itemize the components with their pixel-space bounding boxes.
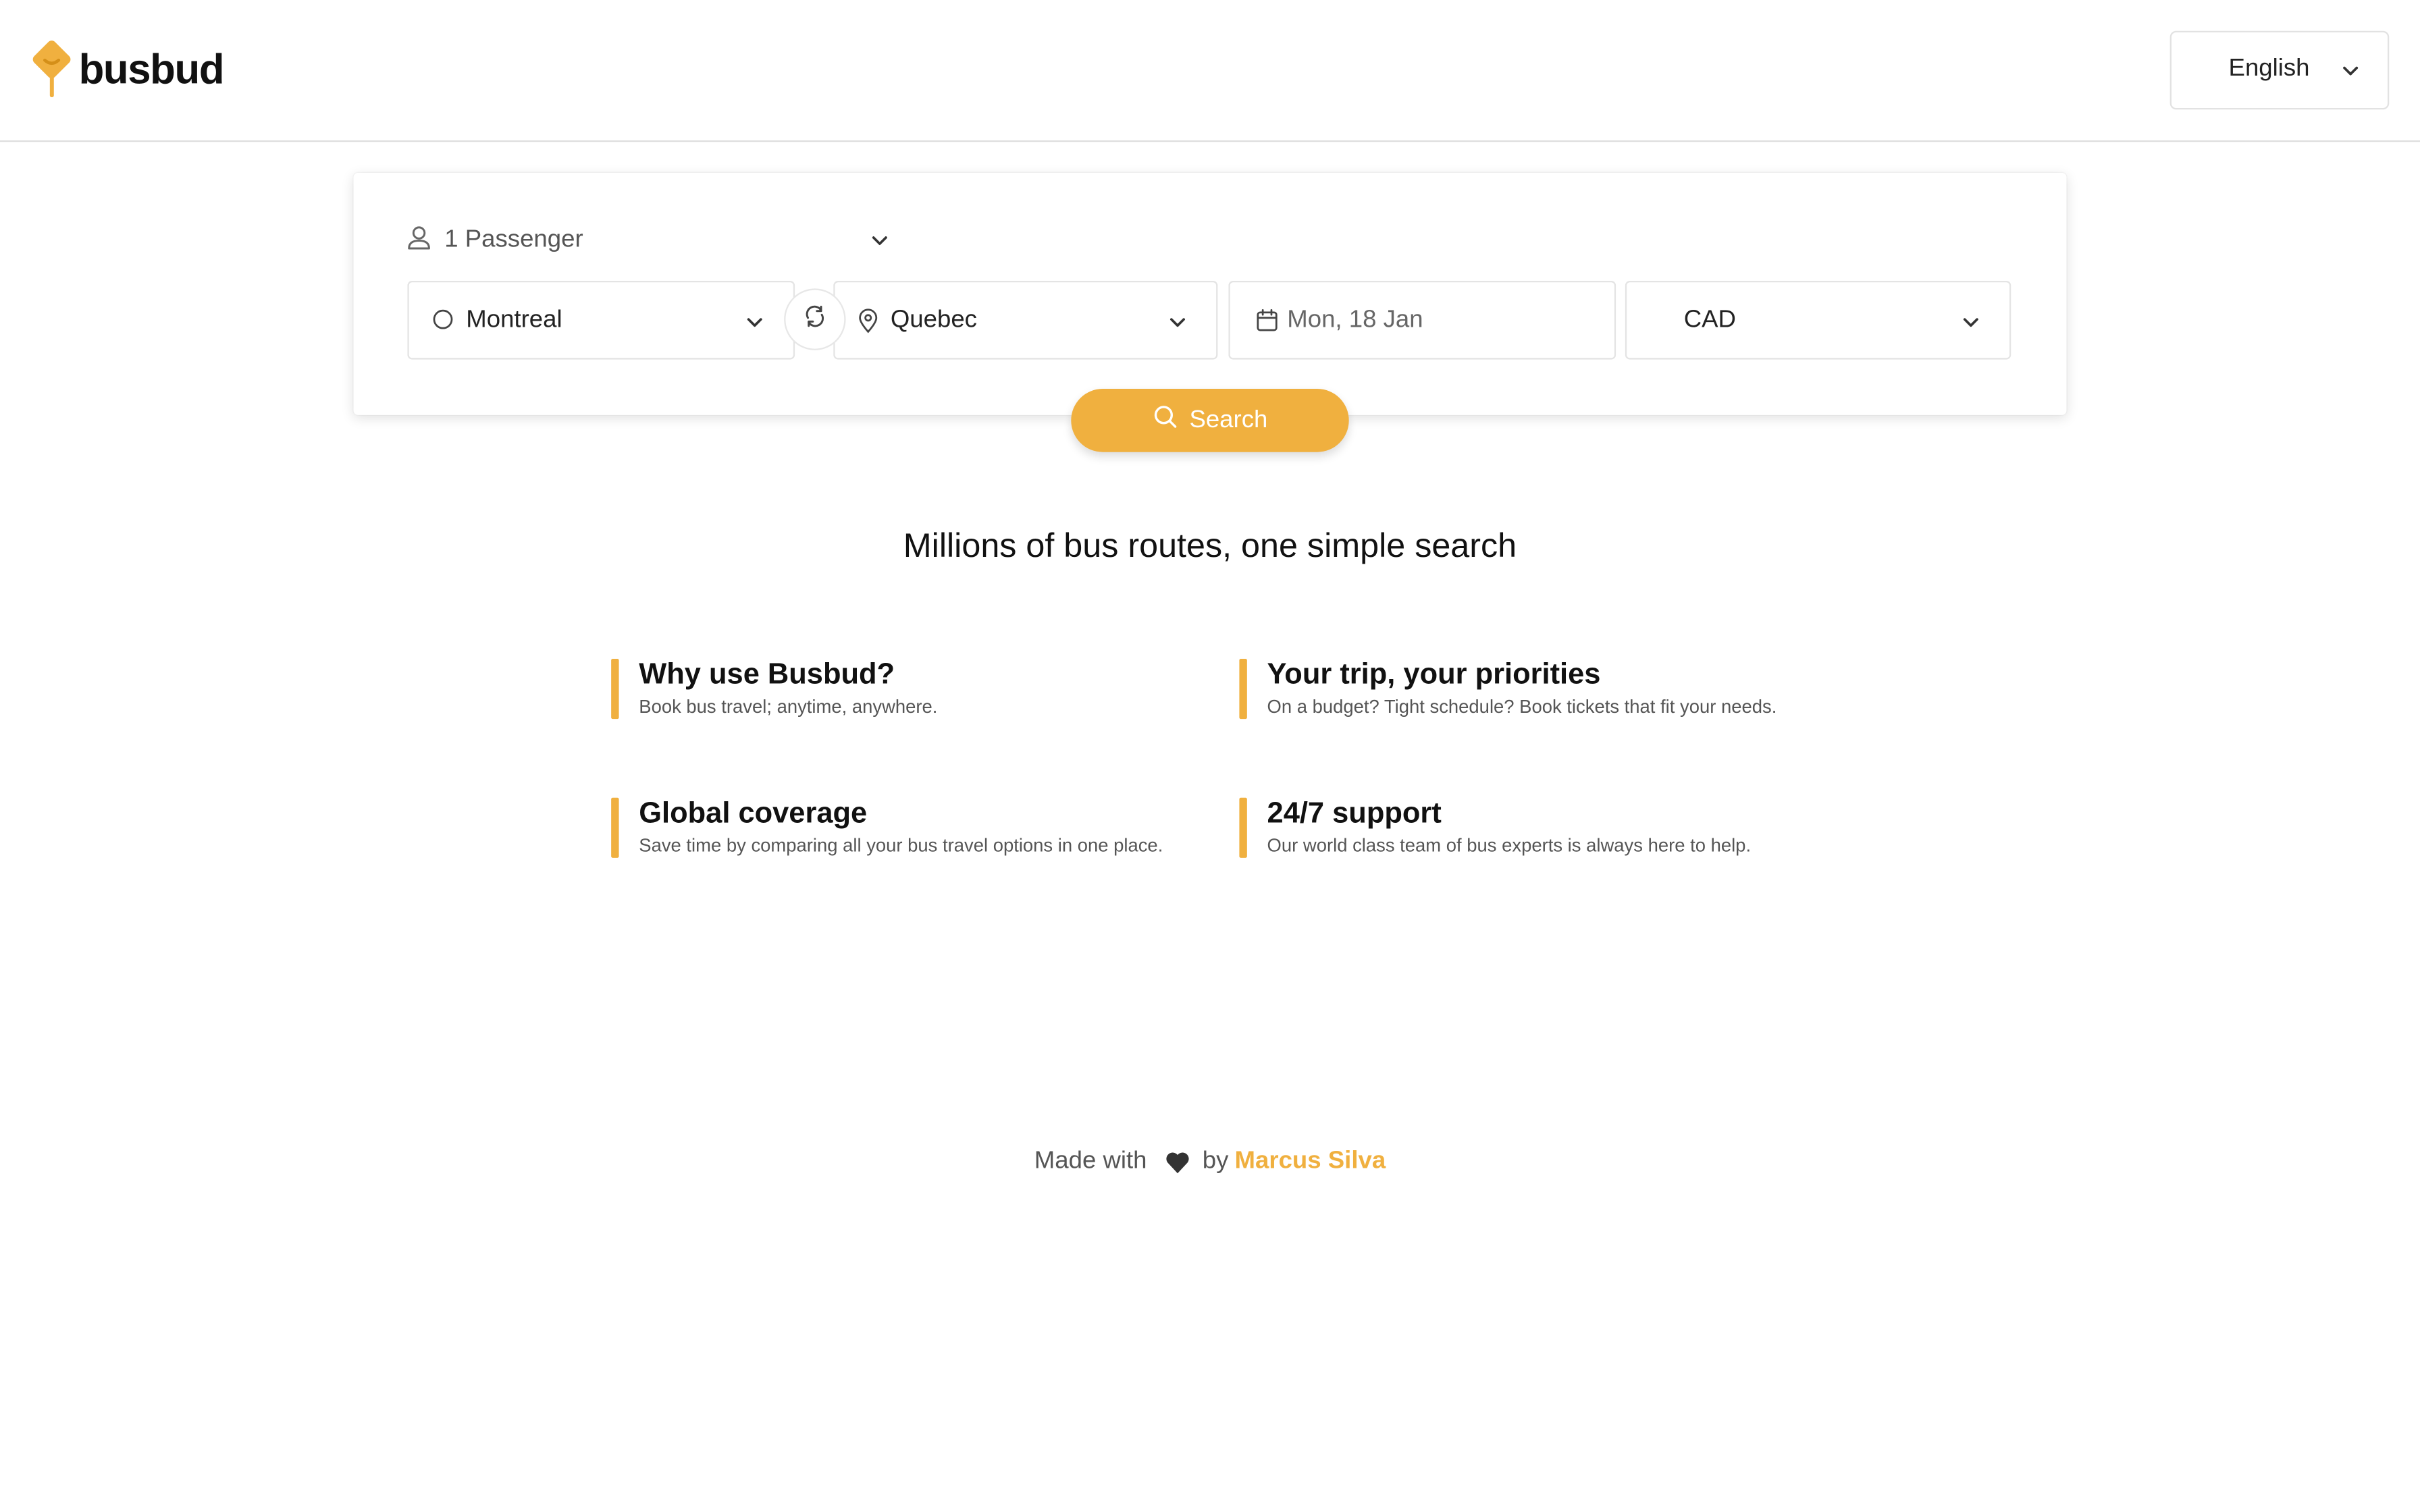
feature-item: Your trip, your priorities On a budget? … [1239, 658, 1826, 720]
busbud-logo[interactable]: busbud [31, 40, 225, 99]
feature-description: On a budget? Tight schedule? Book ticket… [1267, 695, 1777, 718]
accent-bar [1239, 797, 1247, 858]
language-label: English [2228, 55, 2310, 82]
footer-made-with: Made with [1034, 1148, 1147, 1174]
feature-description: Save time by comparing all your bus trav… [639, 834, 1163, 857]
feature-item: 24/7 support Our world class team of bus… [1239, 797, 1826, 859]
destination-field[interactable]: Quebec [833, 280, 1218, 360]
currency-field[interactable]: CAD [1625, 280, 2011, 360]
chevron-down-icon [2341, 60, 2359, 88]
search-icon [1153, 404, 1178, 437]
search-button[interactable]: Search [1071, 388, 1349, 452]
passenger-selector[interactable]: 1 Passenger [407, 222, 895, 259]
search-card: 1 Passenger Montreal Quebec Mon, 18 Jan … [353, 172, 2067, 415]
feature-description: Our world class team of bus experts is a… [1267, 834, 1752, 857]
top-header: busbud English [0, 0, 2420, 142]
brand-name: busbud [78, 45, 225, 92]
date-value: Mon, 18 Jan [1287, 306, 1423, 333]
date-field[interactable]: Mon, 18 Jan [1228, 280, 1616, 360]
footer-by: by [1202, 1148, 1229, 1174]
accent-bar [611, 797, 619, 858]
footer: Made with by Marcus Silva [0, 1145, 2420, 1179]
map-pin-icon [858, 308, 878, 341]
currency-value: CAD [1683, 306, 1736, 333]
page: busbud English 1 Passenger Montreal Queb… [0, 0, 2420, 1512]
accent-bar [1239, 658, 1247, 720]
search-button-label: Search [1189, 406, 1268, 433]
feature-title: Your trip, your priorities [1267, 658, 1601, 691]
page-headline: Millions of bus routes, one simple searc… [903, 526, 1517, 565]
feature-title: Why use Busbud? [639, 658, 895, 691]
feature-description: Book bus travel; anytime, anywhere. [639, 695, 938, 718]
feature-item: Why use Busbud? Book bus travel; anytime… [611, 658, 1198, 720]
origin-field[interactable]: Montreal [407, 280, 795, 360]
swap-button[interactable] [784, 288, 846, 350]
language-selector[interactable]: English [2169, 30, 2390, 110]
chevron-down-icon [1962, 312, 1980, 340]
calendar-icon [1257, 308, 1278, 340]
origin-value: Montreal [466, 306, 562, 333]
user-icon [407, 225, 430, 257]
passenger-count: 1 Passenger [444, 226, 583, 253]
feature-title: Global coverage [639, 797, 868, 830]
feature-title: 24/7 support [1267, 797, 1442, 830]
chevron-down-icon [1168, 312, 1186, 340]
heart-icon [1165, 1150, 1190, 1173]
feature-item: Global coverage Save time by comparing a… [611, 797, 1198, 859]
busbud-logo-icon [31, 40, 74, 99]
chevron-down-icon [745, 312, 764, 340]
author-link[interactable]: Marcus Silva [1235, 1148, 1386, 1176]
destination-value: Quebec [890, 306, 977, 333]
swap-icon [803, 303, 828, 335]
circle-icon [432, 308, 454, 338]
chevron-down-icon [870, 230, 889, 258]
accent-bar [611, 658, 619, 720]
